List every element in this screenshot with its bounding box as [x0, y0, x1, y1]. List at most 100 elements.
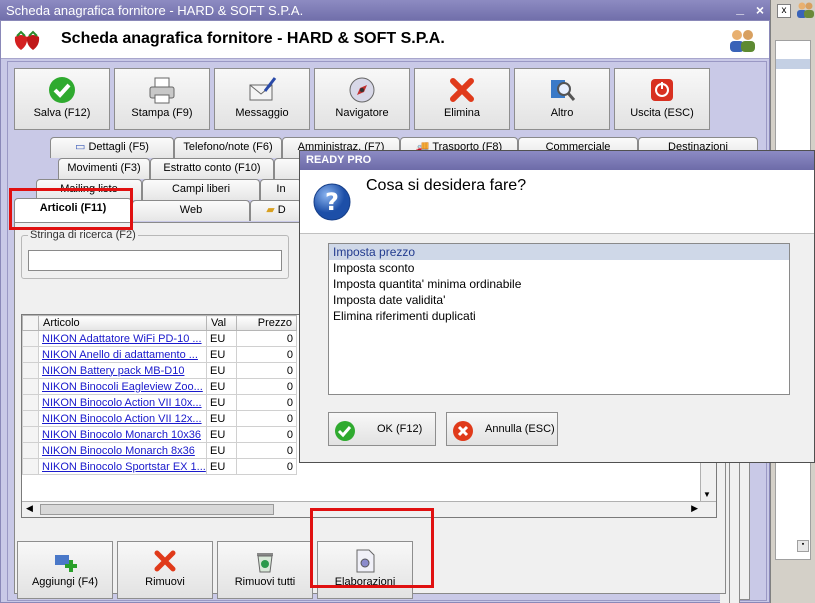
- scroll-thumb[interactable]: [40, 504, 274, 515]
- contacts-icon: [727, 27, 757, 53]
- currency-cell: EU: [206, 378, 237, 395]
- cancel-icon: [453, 421, 473, 441]
- options-list[interactable]: Imposta prezzo Imposta sconto Imposta quan…: [328, 243, 790, 395]
- row-indicator[interactable]: [22, 362, 39, 379]
- close-button[interactable]: ×: [756, 2, 764, 18]
- column-header-articolo[interactable]: Articolo: [38, 315, 207, 331]
- tab-documenti[interactable]: ▰ D: [250, 200, 302, 221]
- article-cell[interactable]: NIKON Adattatore WiFi PD-10 ...: [38, 330, 207, 347]
- table-row[interactable]: NIKON Battery pack MB-D10 EU 0: [22, 362, 297, 379]
- row-indicator[interactable]: [22, 378, 39, 395]
- option-item[interactable]: Imposta sconto: [329, 260, 789, 276]
- compass-icon: [349, 77, 375, 103]
- search-input[interactable]: [28, 250, 282, 271]
- article-cell[interactable]: NIKON Binocolo Monarch 10x36: [38, 426, 207, 443]
- table-row[interactable]: NIKON Binocolo Action VII 10x... EU 0: [22, 394, 297, 411]
- navigator-label: Navigatore: [335, 107, 389, 119]
- remove-all-label: Rimuovi tutti: [234, 576, 296, 588]
- check-icon: [335, 421, 355, 441]
- scroll-down-icon[interactable]: ▼: [703, 490, 711, 499]
- add-button[interactable]: Aggiungi (F4): [17, 541, 113, 599]
- row-indicator[interactable]: [22, 410, 39, 427]
- remove-all-button[interactable]: Rimuovi tutti: [217, 541, 313, 599]
- background-close-icon[interactable]: x: [777, 4, 791, 18]
- tab-telefono-note[interactable]: Telefono/note (F6): [174, 137, 282, 158]
- price-cell: 0: [236, 362, 297, 379]
- currency-cell: EU: [206, 458, 237, 475]
- table-row[interactable]: NIKON Binocolo Action VII 12x... EU 0: [22, 410, 297, 427]
- remove-button[interactable]: Rimuovi: [117, 541, 213, 599]
- other-label: Altro: [550, 107, 574, 119]
- article-cell[interactable]: NIKON Binocolo Action VII 10x...: [38, 394, 207, 411]
- card-icon: ▭: [75, 141, 89, 153]
- tab-dettagli[interactable]: ▭ Dettagli (F5): [50, 137, 174, 158]
- power-icon: [651, 79, 673, 101]
- cancel-button[interactable]: Annulla (ESC): [446, 412, 558, 446]
- table-row[interactable]: NIKON Binocolo Monarch 8x36 EU 0: [22, 442, 297, 459]
- exit-label: Uscita (ESC): [630, 107, 694, 119]
- currency-cell: EU: [206, 410, 237, 427]
- highlight-articoli-tab: [9, 188, 133, 230]
- tab-web[interactable]: Web: [132, 200, 250, 221]
- tab-label: Telefono/note (F6): [183, 141, 273, 153]
- folder-icon: ▰: [266, 204, 278, 216]
- tab-in[interactable]: In: [260, 179, 302, 200]
- add-item-icon: [55, 555, 77, 572]
- tab-label: Campi liberi: [171, 183, 231, 195]
- question-icon: ?: [312, 182, 352, 225]
- row-indicator[interactable]: [22, 458, 39, 475]
- minimize-button[interactable]: _: [736, 0, 744, 16]
- column-header-val[interactable]: Val: [206, 315, 237, 331]
- price-cell: 0: [236, 378, 297, 395]
- row-indicator[interactable]: [22, 394, 39, 411]
- dialog-title: READY PRO: [300, 151, 814, 170]
- message-label: Messaggio: [235, 107, 289, 119]
- option-item[interactable]: Imposta quantita' minima ordinabile: [329, 276, 789, 292]
- print-button[interactable]: Stampa (F9): [114, 68, 210, 130]
- article-cell[interactable]: NIKON Binocolo Monarch 8x36: [38, 442, 207, 459]
- currency-cell: EU: [206, 426, 237, 443]
- delete-button[interactable]: Elimina: [414, 68, 510, 130]
- red-x-icon: [450, 78, 474, 102]
- column-header-prezzo[interactable]: Prezzo: [236, 315, 297, 331]
- other-button[interactable]: Altro: [514, 68, 610, 130]
- table-row[interactable]: NIKON Binocolo Monarch 10x36 EU 0: [22, 426, 297, 443]
- scroll-right-icon[interactable]: ▶: [691, 503, 698, 514]
- row-indicator[interactable]: [22, 330, 39, 347]
- users-icon: [795, 0, 815, 18]
- dialog-question: Cosa si desidera fare?: [366, 177, 527, 194]
- ok-button[interactable]: OK (F12): [328, 412, 436, 446]
- background-scroll-button[interactable]: ▪: [797, 540, 809, 552]
- grid-header-row: Articolo Val Prezzo: [22, 315, 297, 331]
- row-indicator[interactable]: [22, 426, 39, 443]
- exit-button[interactable]: Uscita (ESC): [614, 68, 710, 130]
- currency-cell: EU: [206, 442, 237, 459]
- table-row[interactable]: NIKON Anello di adattamento ... EU 0: [22, 346, 297, 363]
- option-item[interactable]: Imposta prezzo: [329, 244, 789, 260]
- header-band: Scheda anagrafica fornitore - HARD & SOF…: [1, 21, 769, 59]
- svg-text:?: ?: [325, 188, 339, 216]
- article-cell[interactable]: NIKON Battery pack MB-D10: [38, 362, 207, 379]
- table-row[interactable]: NIKON Adattatore WiFi PD-10 ... EU 0: [22, 330, 297, 347]
- table-row[interactable]: NIKON Binocolo Sportstar EX 1... EU 0: [22, 458, 297, 475]
- article-cell[interactable]: NIKON Binocoli Eagleview Zoo...: [38, 378, 207, 395]
- row-indicator[interactable]: [22, 442, 39, 459]
- tab-campi-liberi[interactable]: Campi liberi: [142, 179, 260, 200]
- option-item[interactable]: Elimina riferimenti duplicati: [329, 308, 789, 324]
- message-button[interactable]: Messaggio: [214, 68, 310, 130]
- navigator-button[interactable]: Navigatore: [314, 68, 410, 130]
- save-button[interactable]: Salva (F12): [14, 68, 110, 130]
- article-cell[interactable]: NIKON Binocolo Sportstar EX 1...: [38, 458, 207, 475]
- row-indicator-header: [22, 315, 39, 331]
- tab-movimenti[interactable]: Movimenti (F3): [58, 158, 150, 179]
- option-item[interactable]: Imposta date validita': [329, 292, 789, 308]
- row-indicator[interactable]: [22, 346, 39, 363]
- envelope-pen-icon: [249, 77, 277, 101]
- article-cell[interactable]: NIKON Anello di adattamento ...: [38, 346, 207, 363]
- article-cell[interactable]: NIKON Binocolo Action VII 12x...: [38, 410, 207, 427]
- tab-estratto-conto[interactable]: Estratto conto (F10): [150, 158, 274, 179]
- currency-cell: EU: [206, 346, 237, 363]
- table-row[interactable]: NIKON Binocoli Eagleview Zoo... EU 0: [22, 378, 297, 395]
- scroll-left-icon[interactable]: ◀: [26, 503, 33, 514]
- strawberry-icon: [11, 29, 45, 51]
